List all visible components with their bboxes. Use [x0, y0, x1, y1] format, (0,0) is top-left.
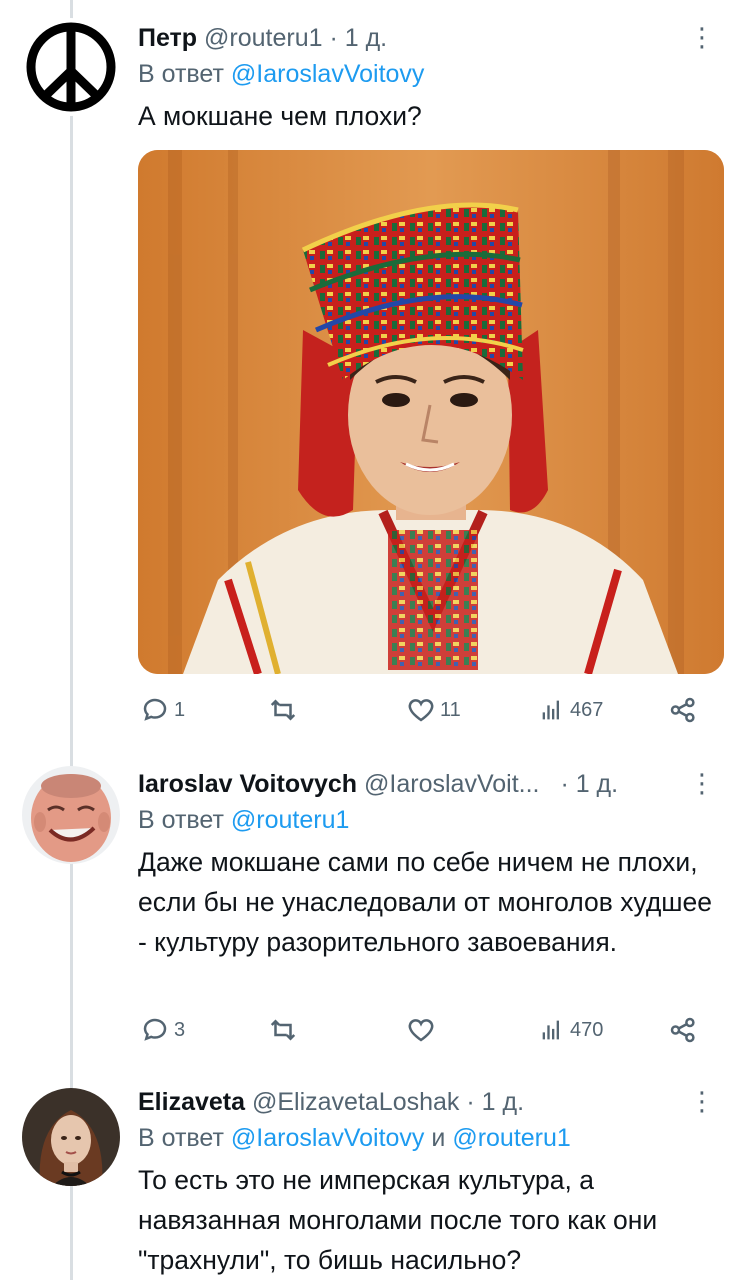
- tweet-text: А мокшане чем плохи?: [138, 101, 422, 131]
- avatar-man-photo: [22, 766, 120, 864]
- like-count: 11: [440, 698, 461, 721]
- reply-context: В ответ @IaroslavVoitovy и @routeru1: [138, 1122, 724, 1154]
- heart-icon: [408, 699, 434, 722]
- author-name[interactable]: Iaroslav Voitovych: [138, 770, 357, 798]
- reply-prefix: В ответ: [138, 806, 224, 834]
- author-name[interactable]: Elizaveta: [138, 1088, 245, 1116]
- tweet-actions: 3 470: [138, 1012, 704, 1048]
- share-icon: [670, 1017, 695, 1043]
- reply-icon: [143, 698, 167, 721]
- tweet-photo[interactable]: [138, 150, 724, 674]
- reply-count: 1: [174, 698, 186, 721]
- views-count: 470: [570, 1018, 604, 1041]
- views-button[interactable]: 467: [538, 692, 603, 728]
- retweet-icon: [270, 1019, 296, 1041]
- tweet-text: То есть это не имперская культура, а нав…: [138, 1165, 658, 1275]
- more-options-icon[interactable]: ⋮: [689, 768, 715, 799]
- author-handle[interactable]: @IaroslavVoit...: [364, 770, 539, 798]
- reply-prefix: В ответ: [138, 60, 224, 88]
- views-icon: [542, 1020, 559, 1040]
- heart-icon: [408, 1019, 434, 1042]
- avatar[interactable]: [22, 18, 120, 116]
- retweet-button[interactable]: [268, 692, 298, 728]
- avatar[interactable]: [22, 1088, 120, 1186]
- tweet-header: Iaroslav Voitovych @IaroslavVoit... · 1 …: [138, 768, 724, 800]
- share-icon: [670, 697, 695, 723]
- views-icon: [542, 700, 559, 720]
- tweet-time[interactable]: · 1 д.: [560, 770, 618, 798]
- share-button[interactable]: [668, 1012, 698, 1048]
- reply-button[interactable]: 1: [140, 692, 185, 728]
- share-button[interactable]: [668, 692, 698, 728]
- views-count: 467: [570, 698, 604, 721]
- avatar[interactable]: [22, 766, 120, 864]
- reply-prefix: В ответ: [138, 1124, 224, 1152]
- tweet-time[interactable]: · 1 д.: [329, 24, 387, 52]
- author-handle[interactable]: @routeru1: [204, 24, 323, 52]
- reply-to-link[interactable]: @IaroslavVoitovy: [231, 60, 425, 88]
- reply-context: В ответ @routeru1: [138, 804, 724, 836]
- reply-context: В ответ @IaroslavVoitovy: [138, 58, 724, 90]
- retweet-icon: [270, 699, 296, 721]
- reply-count: 3: [174, 1018, 186, 1041]
- like-button[interactable]: [406, 1012, 436, 1048]
- views-button[interactable]: 470: [538, 1012, 603, 1048]
- reply-to-link[interactable]: @routeru1: [231, 806, 350, 834]
- photo-woman-in-mordvin-costume: [138, 150, 724, 674]
- avatar-woman-portrait: [22, 1088, 120, 1186]
- reply-to-link[interactable]: @IaroslavVoitovy: [231, 1124, 425, 1152]
- reply-icon: [143, 1018, 167, 1041]
- reply-to-link-2[interactable]: @routeru1: [452, 1124, 571, 1152]
- more-options-icon[interactable]: ⋮: [689, 1086, 715, 1117]
- reply-button[interactable]: 3: [140, 1012, 185, 1048]
- author-name[interactable]: Петр: [138, 24, 197, 52]
- tweet-header: Петр @routeru1 · 1 д.: [138, 22, 724, 54]
- reply-and: и: [431, 1124, 446, 1152]
- tweet-time[interactable]: · 1 д.: [466, 1088, 524, 1116]
- like-button[interactable]: 11: [406, 692, 461, 728]
- tweet-actions: 1 11 467: [138, 692, 704, 728]
- more-options-icon[interactable]: ⋮: [689, 22, 715, 53]
- peace-symbol-icon: [26, 22, 116, 112]
- tweet-text: Даже мокшане сами по себе ничем не плохи…: [138, 847, 713, 957]
- tweet-header: Elizaveta @ElizavetaLoshak · 1 д.: [138, 1086, 724, 1118]
- author-handle[interactable]: @ElizavetaLoshak: [252, 1088, 459, 1116]
- retweet-button[interactable]: [268, 1012, 298, 1048]
